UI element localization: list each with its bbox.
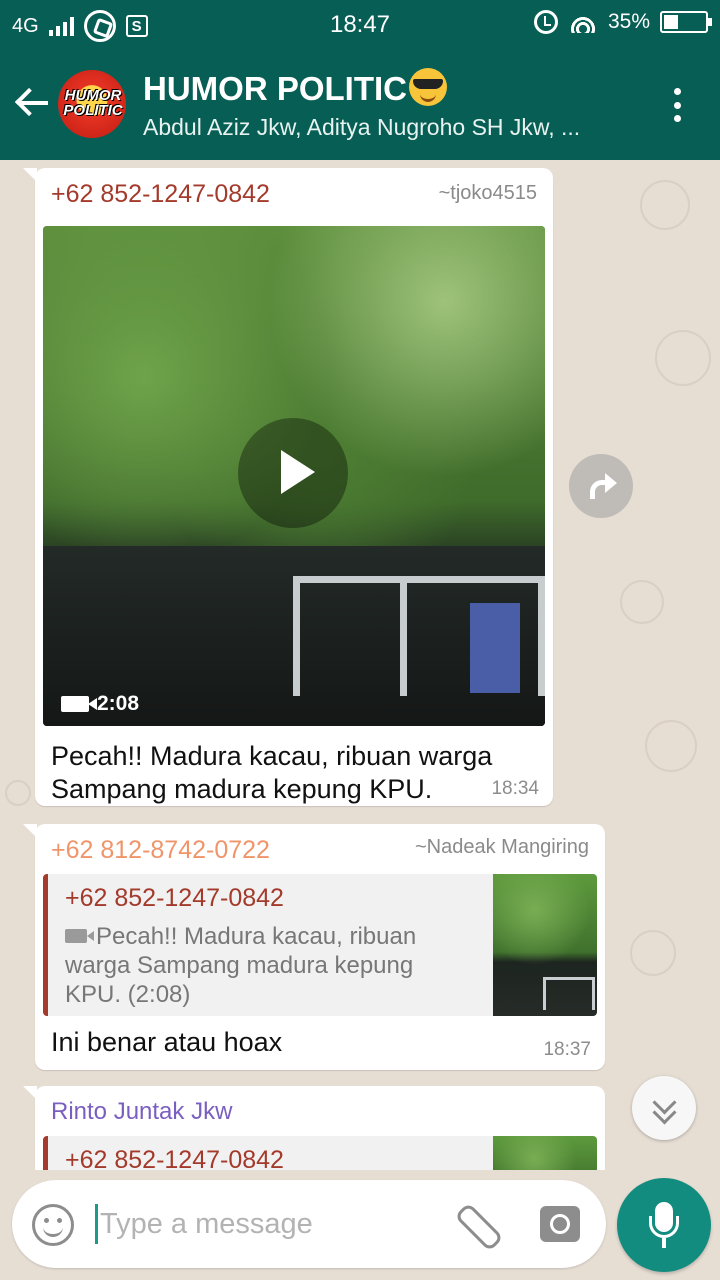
- status-bar: 4G S 18:47 35%: [0, 0, 720, 48]
- battery-fill: [664, 15, 678, 29]
- scroll-to-bottom-icon[interactable]: [632, 1076, 696, 1140]
- forward-icon[interactable]: [569, 454, 633, 518]
- sunglasses-emoji-icon: [408, 68, 447, 106]
- avatar-text: HUMOR POLITIC: [63, 87, 123, 119]
- quoted-text: Pecah!! Madura kacau, ribuan warga Sampa…: [65, 922, 441, 1009]
- message-text: Ini benar atau hoax: [51, 1027, 283, 1057]
- quoted-video-thumbnail: [493, 874, 597, 1016]
- chat-header: HUMOR POLITIC HUMOR POLITIC Abdul Aziz J…: [0, 48, 720, 160]
- message-time: 18:34: [491, 778, 539, 799]
- video-thumbnail[interactable]: 2:08: [43, 226, 545, 726]
- message-time: 18:37: [543, 1039, 591, 1060]
- message-reply[interactable]: +62 812-8742-0722 ~Nadeak Mangiring +62 …: [23, 824, 605, 1070]
- group-members[interactable]: Abdul Aziz Jkw, Aditya Nugroho SH Jkw, .…: [143, 114, 643, 141]
- quoted-sender: +62 852-1247-0842: [65, 884, 284, 912]
- composer: [0, 1170, 720, 1280]
- video-duration-text: 2:08: [97, 692, 140, 715]
- alarm-icon: [533, 10, 558, 34]
- message-reply-partial[interactable]: Rinto Juntak Jkw +62 852-1247-0842: [23, 1086, 605, 1170]
- quoted-line: Pecah!! Madura kacau, ribuan: [96, 923, 417, 950]
- caption-line: Pecah!! Madura kacau, ribuan warga: [51, 741, 493, 771]
- video-camera-icon: [61, 696, 97, 712]
- sender-name[interactable]: Rinto Juntak Jkw: [51, 1098, 232, 1126]
- text-caret: [95, 1204, 98, 1244]
- quoted-sender: +62 852-1247-0842: [65, 1146, 284, 1170]
- chat-area[interactable]: +62 852-1247-0842 ~tjoko4515 2:08 Pecah!…: [0, 160, 720, 1170]
- quoted-message[interactable]: +62 852-1247-0842: [43, 1136, 597, 1170]
- camera-icon[interactable]: [540, 1206, 580, 1242]
- quoted-video-thumbnail: [493, 1136, 597, 1170]
- push-name: ~Nadeak Mangiring: [415, 836, 589, 858]
- play-icon[interactable]: [238, 418, 348, 528]
- message-input-box[interactable]: [12, 1180, 606, 1268]
- sender-name[interactable]: +62 852-1247-0842: [51, 180, 270, 209]
- video-duration: 2:08: [61, 692, 139, 716]
- microphone-icon[interactable]: [617, 1178, 711, 1272]
- battery-percent: 35%: [607, 10, 650, 33]
- push-name: ~tjoko4515: [438, 182, 537, 204]
- attach-paperclip-icon[interactable]: [460, 1204, 494, 1248]
- message-input[interactable]: [100, 1200, 420, 1248]
- overflow-menu-icon[interactable]: [674, 88, 684, 122]
- quoted-message[interactable]: +62 852-1247-0842 Pecah!! Madura kacau, …: [43, 874, 597, 1016]
- video-camera-icon: [65, 929, 94, 943]
- group-title: HUMOR POLITIC: [143, 70, 407, 107]
- emoji-icon[interactable]: [32, 1204, 74, 1246]
- group-title-row[interactable]: HUMOR POLITIC: [143, 68, 447, 108]
- quoted-line: warga Sampang madura kepung: [65, 952, 414, 979]
- message-caption: Pecah!! Madura kacau, ribuan warga Sampa…: [51, 740, 492, 806]
- sender-name[interactable]: +62 812-8742-0722: [51, 836, 270, 865]
- wifi-icon: [568, 11, 598, 33]
- message-video[interactable]: +62 852-1247-0842 ~tjoko4515 2:08 Pecah!…: [23, 168, 553, 806]
- caption-line: Sampang madura kepung KPU.: [51, 774, 433, 804]
- battery-icon: [660, 11, 712, 33]
- group-avatar[interactable]: HUMOR POLITIC: [58, 70, 126, 138]
- quoted-line: KPU. (2:08): [65, 981, 191, 1008]
- status-right: 35%: [533, 10, 712, 34]
- back-arrow-icon[interactable]: [14, 84, 52, 122]
